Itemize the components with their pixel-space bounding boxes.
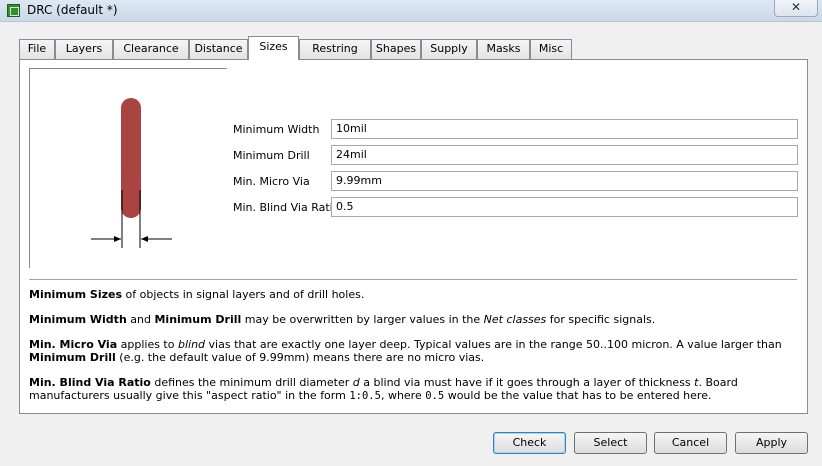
min-blind-via-ratio-label: Min. Blind Via Ratio [233, 201, 340, 214]
tab-misc[interactable]: Misc [530, 39, 572, 59]
tab-shapes[interactable]: Shapes [371, 39, 421, 59]
min-drill-label: Minimum Drill [233, 149, 310, 162]
trace-diagram [91, 98, 172, 248]
select-button[interactable]: Select [574, 432, 647, 454]
help-minimum-sizes: Minimum Sizes of objects in signal layer… [29, 288, 365, 301]
help-blind-via-ratio: Min. Blind Via Ratio defines the minimum… [29, 376, 738, 402]
tab-file[interactable]: File [19, 39, 55, 59]
tab-layers[interactable]: Layers [55, 39, 113, 59]
window-title: DRC (default *) [27, 3, 118, 17]
min-drill-field[interactable]: 24mil [331, 145, 798, 165]
tab-sizes[interactable]: Sizes [248, 36, 299, 60]
arrowhead-right [141, 236, 148, 242]
tab-distance[interactable]: Distance [189, 39, 248, 59]
tab-masks[interactable]: Masks [477, 39, 530, 59]
trace-shape [121, 98, 141, 218]
tab-supply[interactable]: Supply [421, 39, 477, 59]
arrowhead-left [114, 236, 121, 242]
close-button[interactable]: ✕ [774, 0, 818, 17]
divider [29, 279, 797, 280]
app-board-icon [7, 4, 20, 17]
cancel-button[interactable]: Cancel [654, 432, 727, 454]
tab-bar: File Layers Clearance Distance Sizes Res… [19, 36, 579, 60]
title-bar: DRC (default *) ✕ [0, 0, 822, 22]
apply-button[interactable]: Apply [735, 432, 808, 454]
min-micro-via-label: Min. Micro Via [233, 175, 310, 188]
help-micro-via: Min. Micro Via applies to blind vias tha… [29, 338, 782, 364]
tab-clearance[interactable]: Clearance [113, 39, 189, 59]
help-width-drill: Minimum Width and Minimum Drill may be o… [29, 313, 656, 326]
min-width-field[interactable]: 10mil [331, 119, 798, 139]
min-width-label: Minimum Width [233, 123, 320, 136]
check-button[interactable]: Check [493, 432, 566, 454]
tab-restring[interactable]: Restring [299, 39, 371, 59]
sizes-panel: Minimum Width 10mil Minimum Drill 24mil … [19, 59, 808, 414]
min-blind-via-ratio-field[interactable]: 0.5 [331, 197, 798, 217]
size-illustration [29, 68, 229, 268]
min-micro-via-field[interactable]: 9.99mm [331, 171, 798, 191]
